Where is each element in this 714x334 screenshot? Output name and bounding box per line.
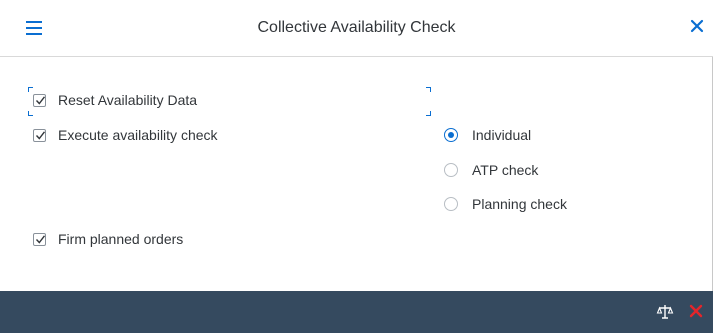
radio-button[interactable] xyxy=(444,197,458,211)
radio-individual-label: Individual xyxy=(472,127,532,143)
checkbox-box[interactable] xyxy=(33,93,46,107)
radio-atp-check[interactable]: ATP check xyxy=(444,162,538,178)
focus-corner-top-right xyxy=(426,87,431,92)
execute-availability-check-checkbox[interactable]: Execute availability check xyxy=(33,127,218,143)
dialog-content: Reset Availability Data Execute availabi… xyxy=(0,57,713,291)
firm-planned-orders-checkbox[interactable]: Firm planned orders xyxy=(33,231,183,247)
radio-individual[interactable]: Individual xyxy=(444,127,531,143)
scales-icon[interactable] xyxy=(656,303,676,323)
checkbox-box[interactable] xyxy=(33,128,46,142)
cancel-icon[interactable] xyxy=(688,303,708,323)
firm-planned-orders-label: Firm planned orders xyxy=(58,231,184,247)
radio-atp-check-label: ATP check xyxy=(472,162,539,178)
radio-planning-check[interactable]: Planning check xyxy=(444,196,567,212)
close-icon[interactable] xyxy=(687,17,707,37)
execute-availability-check-label: Execute availability check xyxy=(58,127,218,143)
radio-planning-check-label: Planning check xyxy=(472,196,567,212)
dialog-header: Collective Availability Check xyxy=(0,0,713,57)
dialog-title: Collective Availability Check xyxy=(257,19,456,36)
checkmark-icon xyxy=(35,95,46,105)
checkbox-box[interactable] xyxy=(33,232,46,246)
radio-button[interactable] xyxy=(444,163,458,177)
reset-availability-data-checkbox[interactable]: Reset Availability Data xyxy=(33,92,197,108)
focus-corner-bottom-right xyxy=(426,111,431,116)
checkmark-icon xyxy=(35,234,46,244)
focus-corner-bottom-left xyxy=(28,111,33,116)
dialog-footer xyxy=(0,291,713,333)
reset-availability-data-label: Reset Availability Data xyxy=(58,92,198,108)
checkmark-icon xyxy=(35,130,46,140)
radio-button-selected[interactable] xyxy=(444,128,458,142)
